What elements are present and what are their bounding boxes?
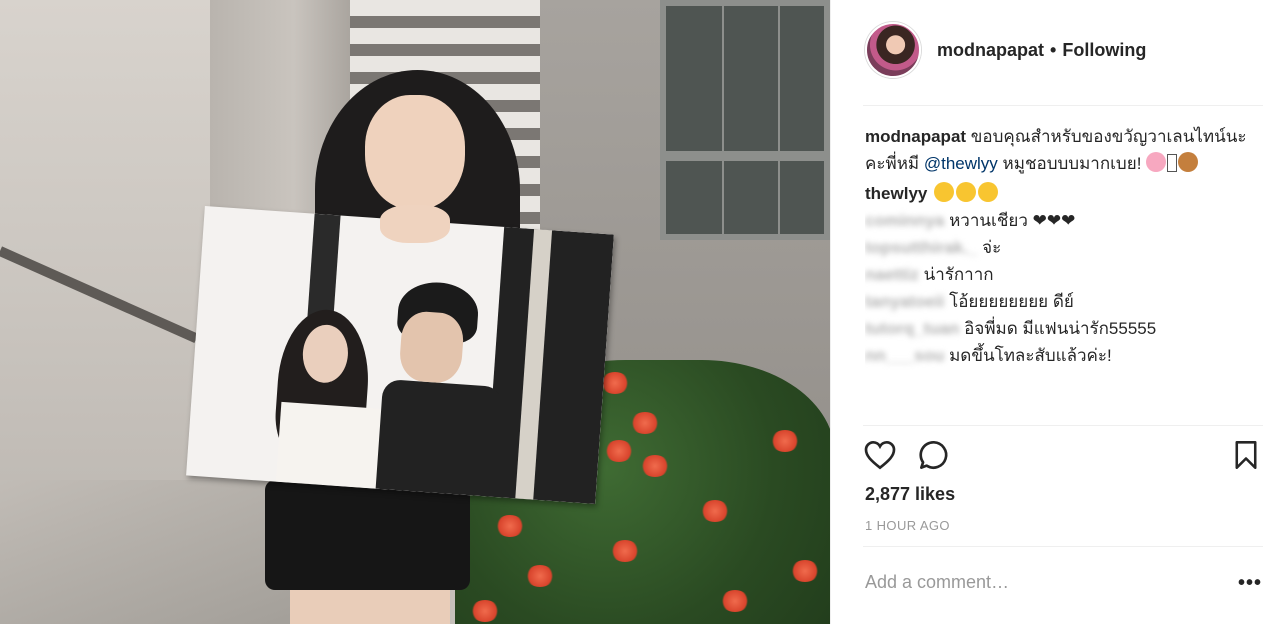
smile-emoji-icon — [956, 182, 977, 202]
post-timestamp[interactable]: 1 HOUR AGO — [865, 518, 950, 533]
comment-item: topsutthirak._ จ่ะ — [865, 234, 1265, 261]
post-photo[interactable] — [0, 0, 830, 624]
comment-username[interactable]: nn___sou — [865, 346, 944, 365]
post-side-panel: modnapapat • Following modnapapat ขอบคุณสำ… — [830, 0, 1280, 624]
action-bar — [863, 438, 1263, 478]
photo-person-body — [265, 480, 470, 590]
caption: modnapapat ขอบคุณสำหรับของขวัญวาเลนไทน์น… — [865, 123, 1265, 177]
header-separator: • — [1050, 40, 1057, 60]
add-comment-input[interactable]: Add a comment… — [865, 572, 1009, 593]
post-header: modnapapat • Following — [831, 0, 1280, 105]
comment-item: naettiz น่ารักาาก — [865, 261, 1265, 288]
comment-item: tanyatoeii โอ้ยยยยยยยย ดีย์ — [865, 288, 1265, 315]
photo-window — [660, 0, 830, 240]
comment-username[interactable]: thewlyy — [865, 184, 927, 203]
avatar[interactable] — [865, 22, 921, 78]
footer-divider — [863, 546, 1263, 547]
comment-text: หวานเชียว ❤❤❤ — [949, 211, 1076, 230]
comment-username[interactable]: naettiz — [865, 265, 919, 284]
comment-text: โอ้ยยยยยยยย ดีย์ — [949, 292, 1074, 311]
bear-emoji-icon — [1178, 152, 1199, 172]
comment-item: nn___sou มดขึ้นโทละสับแล้วค่ะ! — [865, 342, 1265, 369]
comments-list[interactable]: modnapapat ขอบคุณสำหรับของขวัญวาเลนไทน์น… — [865, 123, 1265, 423]
comment-username[interactable]: topsutthirak._ — [865, 238, 977, 257]
caption-text-after: หมูชอบบบมากเบย! — [1002, 154, 1142, 173]
photo-hand — [380, 205, 450, 243]
comment-item: cominnya หวานเชียว ❤❤❤ — [865, 207, 1265, 234]
grin-emoji-icon — [978, 182, 999, 202]
comment-username[interactable]: tutorq_tuan — [865, 319, 959, 338]
more-options-icon[interactable]: ••• — [1238, 572, 1262, 595]
comment-item: thewlyy — [865, 180, 1265, 207]
heart-icon[interactable] — [863, 438, 897, 472]
smile-emoji-icon — [934, 182, 955, 202]
comment-icon[interactable] — [917, 438, 951, 472]
caption-username[interactable]: modnapapat — [865, 127, 966, 146]
pig-emoji-icon — [1146, 152, 1167, 172]
photo-person-legs — [290, 590, 450, 624]
comment-text: มดขึ้นโทละสับแล้วค่ะ! — [949, 346, 1112, 365]
photo-ground — [0, 480, 300, 624]
likes-count[interactable]: 2,877 likes — [865, 484, 955, 505]
follow-status-button[interactable]: Following — [1062, 40, 1146, 60]
header-text: modnapapat • Following — [937, 40, 1146, 61]
caption-mention[interactable]: @thewlyy — [924, 154, 998, 173]
comment-item: tutorq_tuan อิจพี่มด มีแฟนน่ารัก55555 — [865, 315, 1265, 342]
bookmark-icon[interactable] — [1229, 438, 1263, 472]
photo-person-face — [365, 95, 465, 210]
missing-glyph-icon — [1167, 154, 1178, 172]
header-username[interactable]: modnapapat — [937, 40, 1044, 60]
comment-text: อิจพี่มด มีแฟนน่ารัก55555 — [964, 319, 1157, 338]
comments-divider — [863, 425, 1263, 426]
comment-username[interactable]: tanyatoeii — [865, 292, 944, 311]
header-divider — [863, 105, 1263, 106]
comment-username[interactable]: cominnya — [865, 211, 944, 230]
comment-text: จ่ะ — [982, 238, 1002, 257]
comment-text: น่ารักาาก — [923, 265, 994, 284]
photo-canvas-print — [186, 206, 614, 504]
